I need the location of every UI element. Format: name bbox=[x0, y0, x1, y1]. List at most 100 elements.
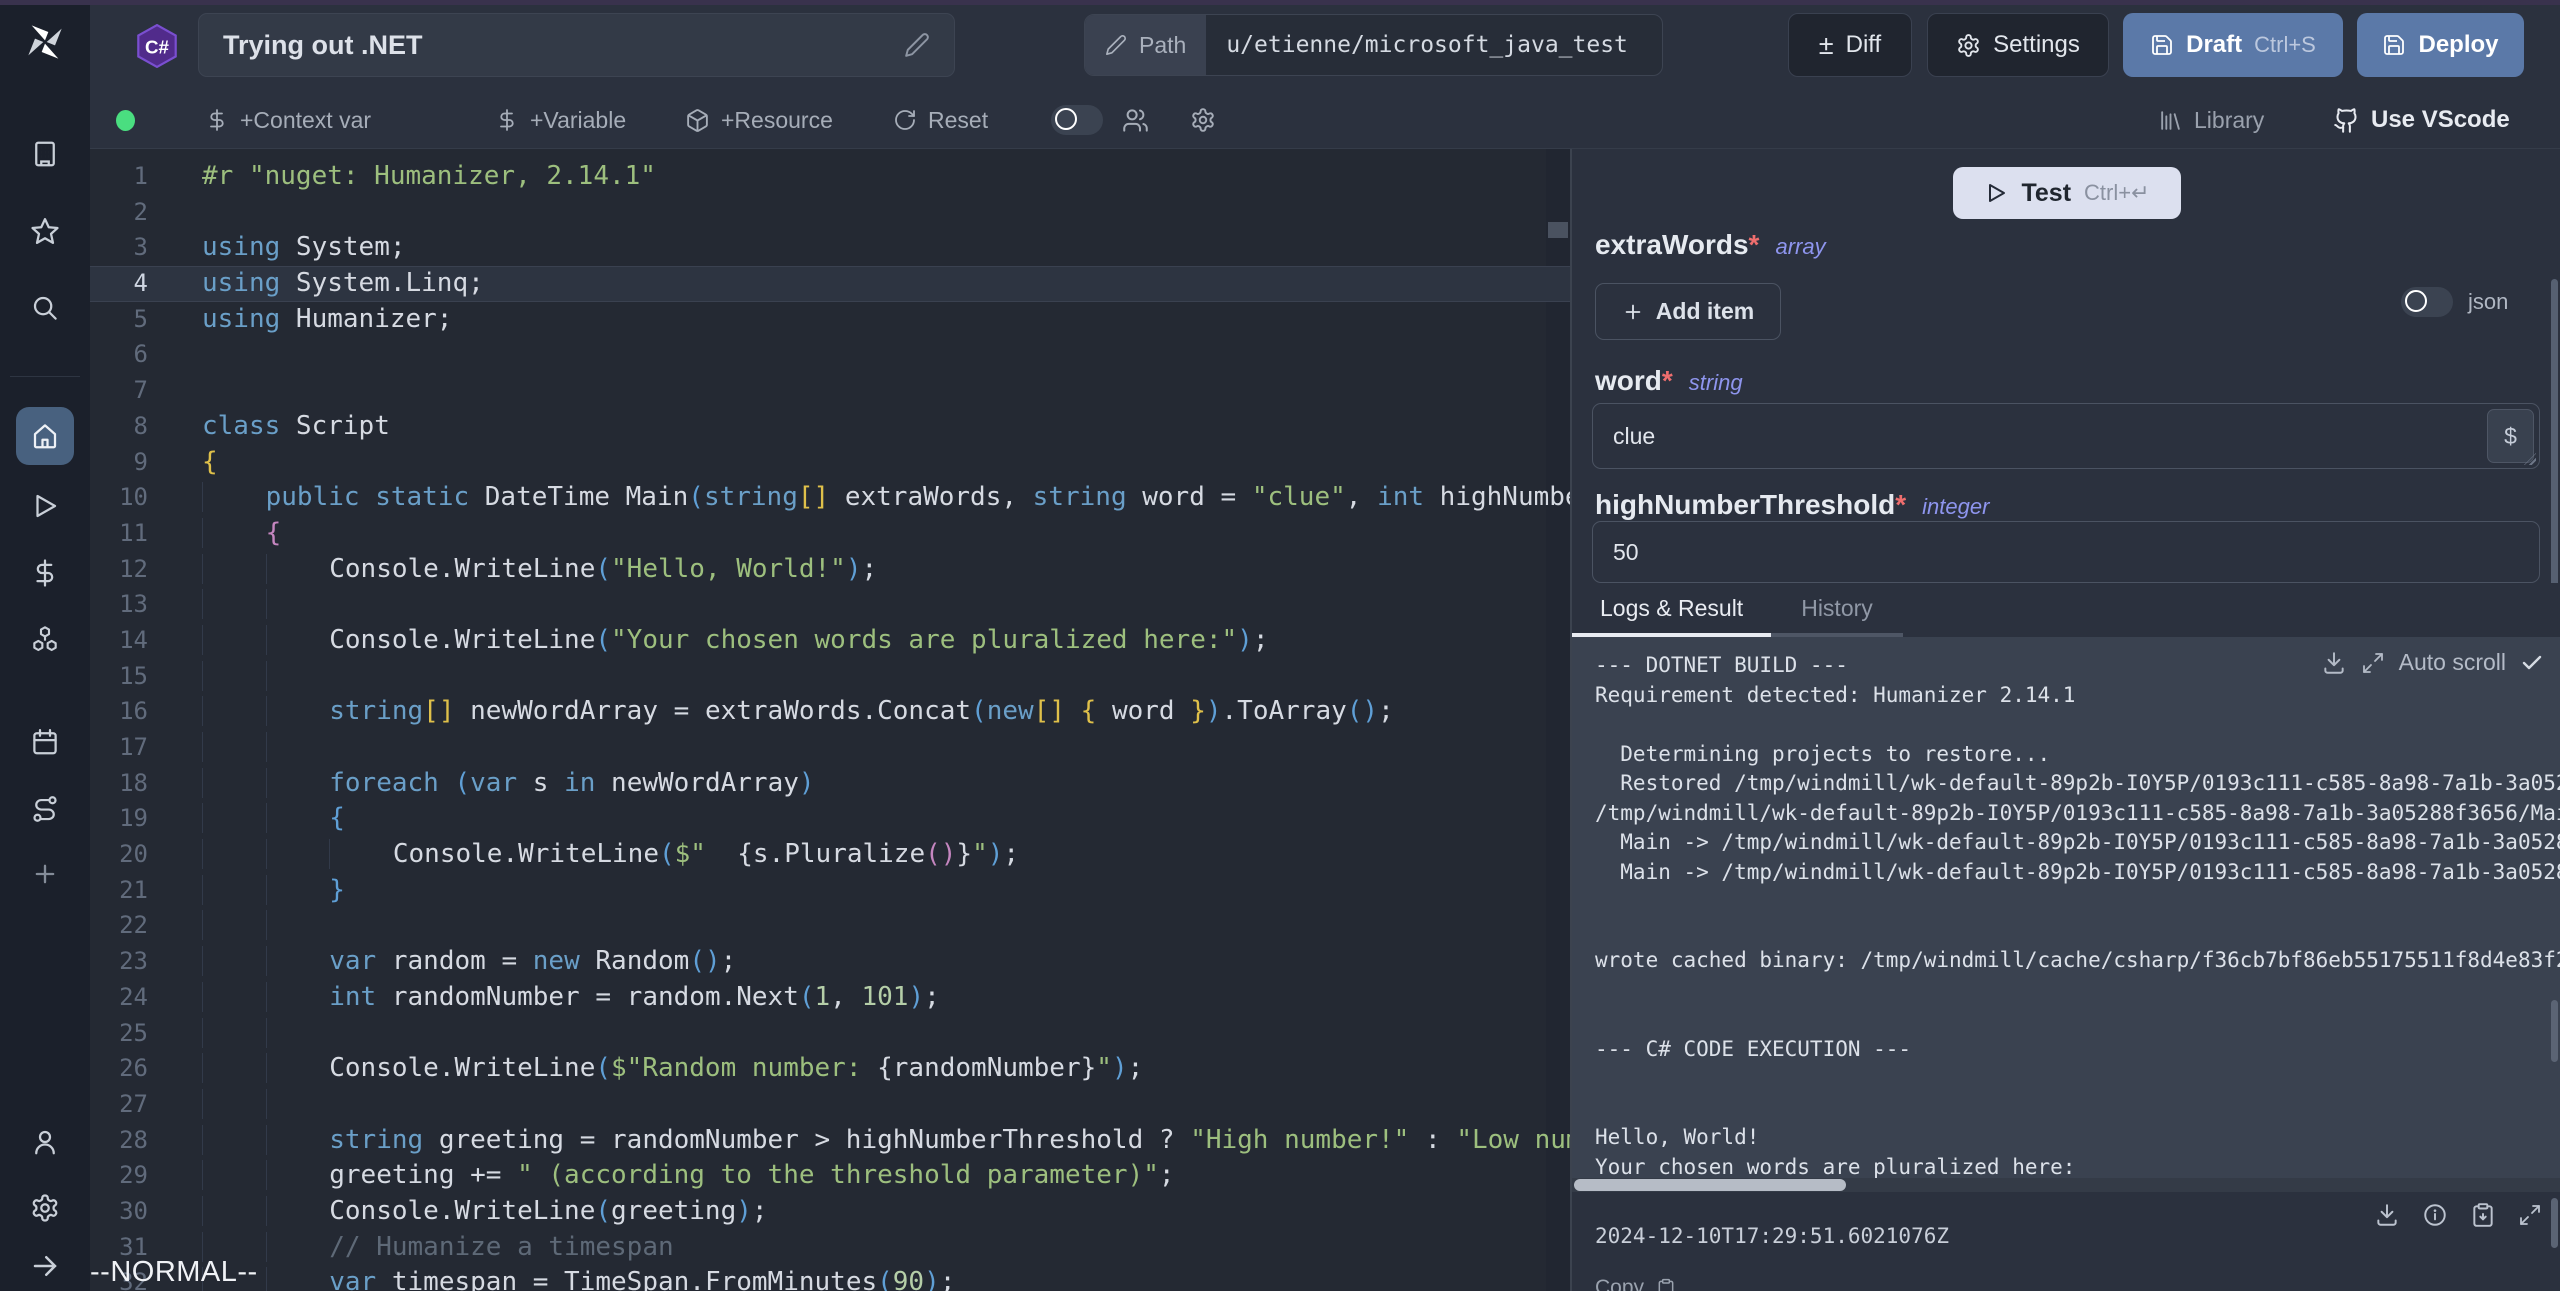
run-panel: Test Ctrl+↵ extraWords* array Add item j… bbox=[1572, 149, 2560, 1291]
windmill-logo-icon[interactable] bbox=[24, 22, 66, 62]
log-horizontal-scrollbar[interactable] bbox=[1572, 1178, 2560, 1192]
code-line: 26 Console.WriteLine($"Random number: {r… bbox=[90, 1051, 1570, 1087]
field-type: string bbox=[1689, 370, 1743, 396]
download-logs-icon[interactable] bbox=[2321, 650, 2347, 676]
save-icon bbox=[2382, 33, 2406, 57]
tab-history[interactable]: History bbox=[1771, 583, 1903, 637]
script-title: Trying out .NET bbox=[223, 30, 904, 61]
info-icon[interactable] bbox=[2422, 1202, 2448, 1228]
use-vscode-button[interactable]: Use VScode bbox=[2333, 92, 2510, 148]
add-resource-button[interactable]: +Resource bbox=[685, 92, 833, 148]
csharp-language-icon: C# bbox=[135, 24, 179, 68]
clipboard-icon bbox=[1656, 1278, 1676, 1291]
word-input-wrap: $ bbox=[1592, 403, 2540, 469]
plus-icon bbox=[1622, 301, 1644, 323]
path-chip[interactable]: Path bbox=[1085, 15, 1206, 75]
sidebar-item-settings[interactable] bbox=[30, 1193, 60, 1223]
code-lines: 1#r "nuget: Humanizer, 2.14.1"23using Sy… bbox=[90, 149, 1570, 1291]
sidebar-item-add[interactable] bbox=[31, 860, 59, 888]
code-line: 8class Script bbox=[90, 409, 1570, 445]
add-context-var-button[interactable]: +Context var bbox=[205, 92, 371, 148]
sidebar-collapse-arrow-icon[interactable] bbox=[30, 1251, 60, 1281]
threshold-input-wrap bbox=[1592, 521, 2540, 583]
code-line: 18 foreach (var s in newWordArray) bbox=[90, 766, 1570, 802]
play-icon bbox=[1984, 181, 2008, 205]
copy-result-clipboard-icon[interactable] bbox=[2470, 1202, 2496, 1228]
code-line: 7 bbox=[90, 373, 1570, 409]
code-line: 15 bbox=[90, 659, 1570, 695]
settings-button[interactable]: Settings bbox=[1927, 13, 2109, 77]
package-icon bbox=[685, 108, 710, 133]
result-scrollbar-thumb[interactable] bbox=[2551, 1198, 2558, 1248]
download-result-icon[interactable] bbox=[2374, 1202, 2400, 1228]
test-button[interactable]: Test Ctrl+↵ bbox=[1953, 167, 2181, 219]
add-variable-button[interactable]: +Variable bbox=[495, 92, 626, 148]
code-editor[interactable]: 1#r "nuget: Humanizer, 2.14.1"23using Sy… bbox=[90, 149, 1570, 1291]
json-toggle[interactable] bbox=[2401, 287, 2453, 317]
form-scrollbar-thumb[interactable] bbox=[2551, 279, 2558, 599]
sidebar-divider bbox=[10, 376, 80, 377]
json-toggle-row: json bbox=[2401, 287, 2508, 317]
code-line: 5using Humanizer; bbox=[90, 302, 1570, 338]
dollar-icon bbox=[205, 108, 229, 132]
library-button[interactable]: Library bbox=[2158, 92, 2264, 148]
code-line: 4using System.Linq; bbox=[90, 266, 1570, 302]
expand-result-icon[interactable] bbox=[2518, 1203, 2542, 1227]
field-extrawords-label: extraWords* array bbox=[1595, 229, 1826, 261]
script-title-input[interactable]: Trying out .NET bbox=[198, 13, 955, 77]
field-threshold-label: highNumberThreshold* integer bbox=[1595, 489, 1989, 521]
auto-scroll-checkbox[interactable] bbox=[2520, 651, 2544, 675]
reset-rotate-icon bbox=[893, 108, 917, 132]
code-line: 2 bbox=[90, 195, 1570, 231]
code-line: 9{ bbox=[90, 445, 1570, 481]
diff-mode-toggle[interactable] bbox=[1051, 105, 1103, 135]
deploy-button[interactable]: Deploy bbox=[2357, 13, 2524, 77]
favorites-star-icon[interactable] bbox=[30, 216, 60, 246]
sidebar-item-home[interactable] bbox=[16, 407, 74, 465]
code-line: 28 string greeting = randomNumber > high… bbox=[90, 1123, 1570, 1159]
reset-button[interactable]: Reset bbox=[893, 92, 988, 148]
path-editor[interactable]: Path u/etienne/microsoft_java_test bbox=[1084, 14, 1663, 76]
save-icon bbox=[2150, 33, 2174, 57]
workspace-icon[interactable] bbox=[30, 139, 60, 169]
code-line: 29 greeting += " (according to the thres… bbox=[90, 1158, 1570, 1194]
log-scrollbar-thumb[interactable] bbox=[2551, 1000, 2558, 1062]
sidebar-item-runs[interactable] bbox=[30, 491, 60, 521]
variable-picker-button[interactable]: $ bbox=[2487, 409, 2534, 463]
sidebar bbox=[0, 0, 90, 1291]
editor-toolbar: +Context var +Variable +Resource Reset L… bbox=[90, 92, 2560, 149]
sidebar-item-variables[interactable] bbox=[30, 558, 60, 588]
windmill-app: C# Trying out .NET Path u/etienne/micros… bbox=[0, 0, 2560, 1291]
edit-title-pencil-icon[interactable] bbox=[904, 32, 930, 58]
code-line: 24 int randomNumber = random.Next(1, 101… bbox=[90, 980, 1570, 1016]
result-controls bbox=[2374, 1202, 2542, 1228]
code-line: 32 var timespan = TimeSpan.FromMinutes(9… bbox=[90, 1265, 1570, 1291]
diff-button[interactable]: ± Diff bbox=[1788, 13, 1912, 77]
threshold-input[interactable] bbox=[1593, 522, 2539, 582]
json-label: json bbox=[2468, 289, 2508, 315]
draft-button[interactable]: Draft Ctrl+S bbox=[2123, 13, 2343, 77]
log-horizontal-scrollbar-thumb[interactable] bbox=[1574, 1179, 1846, 1191]
copy-result-button[interactable]: Copy bbox=[1595, 1276, 1676, 1291]
status-dot bbox=[116, 110, 135, 131]
search-icon[interactable] bbox=[30, 293, 60, 323]
tab-logs-result[interactable]: Logs & Result bbox=[1572, 583, 1771, 637]
code-line: 3using System; bbox=[90, 230, 1570, 266]
field-word-label: word* string bbox=[1595, 365, 1743, 397]
window-top-strip bbox=[0, 0, 2560, 5]
code-line: 10 public static DateTime Main(string[] … bbox=[90, 480, 1570, 516]
code-line: 30 Console.WriteLine(greeting); bbox=[90, 1194, 1570, 1230]
sidebar-item-resources[interactable] bbox=[29, 624, 61, 656]
expand-logs-icon[interactable] bbox=[2361, 651, 2385, 675]
add-item-button[interactable]: Add item bbox=[1595, 283, 1781, 340]
sidebar-item-account[interactable] bbox=[30, 1127, 60, 1157]
word-input[interactable] bbox=[1593, 404, 2539, 468]
sidebar-item-flows-route[interactable] bbox=[30, 794, 60, 824]
sidebar-item-schedules[interactable] bbox=[30, 727, 60, 757]
code-line: 27 bbox=[90, 1087, 1570, 1123]
code-line: 11 { bbox=[90, 516, 1570, 552]
editor-settings-gear-icon[interactable] bbox=[1190, 92, 1216, 148]
code-line: 23 var random = new Random(); bbox=[90, 944, 1570, 980]
collaborators-icon[interactable] bbox=[1122, 92, 1149, 148]
edit-path-pencil-icon bbox=[1105, 34, 1127, 56]
